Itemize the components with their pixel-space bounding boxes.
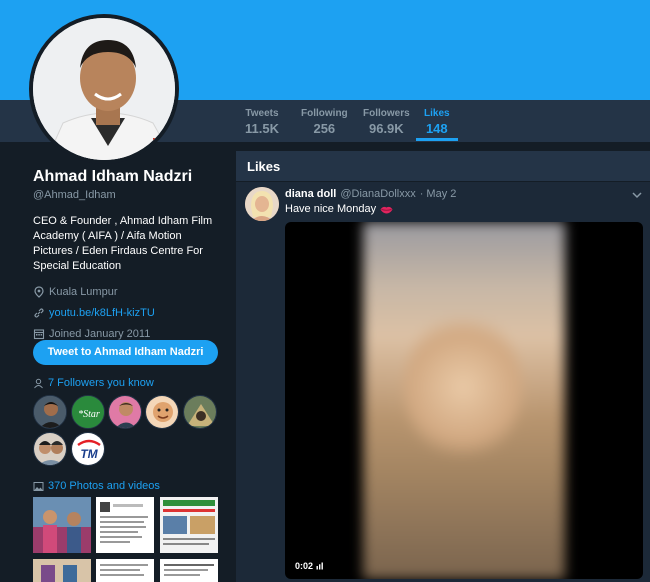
volume-icon[interactable]	[316, 562, 324, 570]
known-follower-avatar[interactable]: TM	[71, 432, 105, 466]
thumbnail-image	[160, 497, 218, 553]
photos-videos-link[interactable]: 370 Photos and videos	[33, 480, 160, 492]
follower-photo	[109, 396, 141, 428]
tweet-author-name[interactable]: diana doll	[285, 188, 336, 200]
follower-photo	[34, 396, 66, 428]
profile-joined: Joined January 2011	[33, 328, 223, 340]
known-follower-avatar[interactable]	[33, 395, 67, 429]
stat-tweets[interactable]: Tweets 11.5K	[245, 108, 279, 136]
known-follower-avatar[interactable]	[108, 395, 142, 429]
stat-likes[interactable]: Likes 148	[416, 108, 458, 141]
svg-text:TM: TM	[80, 447, 98, 461]
follower-logo: *Star	[72, 396, 104, 428]
thumbnail-image	[33, 497, 91, 553]
calendar-icon	[33, 329, 45, 340]
profile-photo	[33, 18, 175, 160]
author-photo	[245, 187, 279, 221]
video-duration: 0:02	[291, 559, 329, 573]
media-thumbnail[interactable]	[33, 497, 91, 553]
known-follower-avatar[interactable]	[145, 395, 179, 429]
svg-text:*Star: *Star	[78, 409, 100, 420]
follower-photo	[34, 433, 66, 465]
known-follower-avatar[interactable]	[33, 432, 67, 466]
stat-following[interactable]: Following 256	[301, 108, 348, 136]
profile-card: Ahmad Idham Nadzri @Ahmad_Idham CEO & Fo…	[33, 168, 223, 340]
profile-url-text[interactable]: youtu.be/k8LfH-kizTU	[49, 307, 155, 319]
follower-photo	[146, 396, 178, 428]
tweet-text-content: Have nice Monday	[285, 203, 377, 215]
profile-bio: CEO & Founder , Ahmad Idham Film Academy…	[33, 215, 213, 272]
stat-followers-value: 96.9K	[368, 121, 404, 136]
people-icon	[34, 378, 43, 388]
profile-location: Kuala Lumpur	[33, 286, 223, 298]
follower-photo	[184, 396, 216, 428]
link-icon	[34, 308, 44, 318]
stat-tweets-value: 11.5K	[245, 121, 279, 136]
media-thumbnail[interactable]	[160, 497, 218, 553]
location-icon	[34, 286, 44, 298]
stat-following-label: Following	[301, 108, 348, 119]
profile-joined-text: Joined January 2011	[49, 328, 151, 340]
followers-you-know-link[interactable]: 7 Followers you know	[33, 377, 154, 389]
profile-handle[interactable]: @Ahmad_Idham	[33, 189, 223, 201]
known-follower-avatar[interactable]: *Star	[71, 395, 105, 429]
tweet-to-button[interactable]: Tweet to Ahmad Idham Nadzri	[33, 340, 218, 365]
lips-icon	[380, 206, 393, 213]
stat-followers[interactable]: Followers 96.9K	[363, 108, 410, 136]
thumbnail-image	[160, 559, 218, 582]
stat-following-value: 256	[313, 121, 336, 136]
stat-likes-value: 148	[425, 121, 448, 136]
thumbnail-image	[33, 559, 91, 582]
video-frame	[363, 222, 565, 579]
profile-avatar[interactable]	[29, 14, 179, 164]
tweet-date[interactable]: · May 2	[420, 188, 457, 200]
media-thumbnail[interactable]	[160, 559, 218, 582]
media-thumbnail[interactable]	[96, 559, 154, 582]
likes-title: Likes	[247, 159, 281, 174]
stat-likes-label: Likes	[424, 108, 450, 119]
profile-url[interactable]: youtu.be/k8LfH-kizTU	[33, 307, 223, 319]
likes-header: Likes	[236, 151, 650, 182]
follower-logo: TM	[72, 433, 104, 465]
thumbnail-image	[96, 559, 154, 582]
stat-followers-label: Followers	[363, 108, 410, 119]
tweet-header: diana doll @DianaDollxxx · May 2	[285, 188, 456, 200]
tweet-video[interactable]: 0:02	[285, 222, 643, 579]
profile-name[interactable]: Ahmad Idham Nadzri	[33, 168, 223, 186]
stat-tweets-label: Tweets	[245, 108, 279, 119]
media-thumbnail[interactable]	[96, 497, 154, 553]
chevron-down-icon[interactable]	[631, 190, 643, 200]
media-thumbnail[interactable]	[33, 559, 91, 582]
photo-icon	[33, 481, 44, 491]
tweet-author-handle[interactable]: @DianaDollxxx	[340, 188, 415, 200]
tweet-author-avatar[interactable]	[245, 187, 279, 221]
tweet-text: Have nice Monday	[285, 203, 393, 215]
thumbnail-image	[96, 497, 154, 553]
profile-location-text: Kuala Lumpur	[49, 286, 118, 298]
followers-you-know-text[interactable]: 7 Followers you know	[48, 377, 154, 389]
known-follower-avatar[interactable]	[183, 395, 217, 429]
photos-videos-text[interactable]: 370 Photos and videos	[48, 480, 160, 492]
video-duration-text: 0:02	[295, 561, 314, 571]
